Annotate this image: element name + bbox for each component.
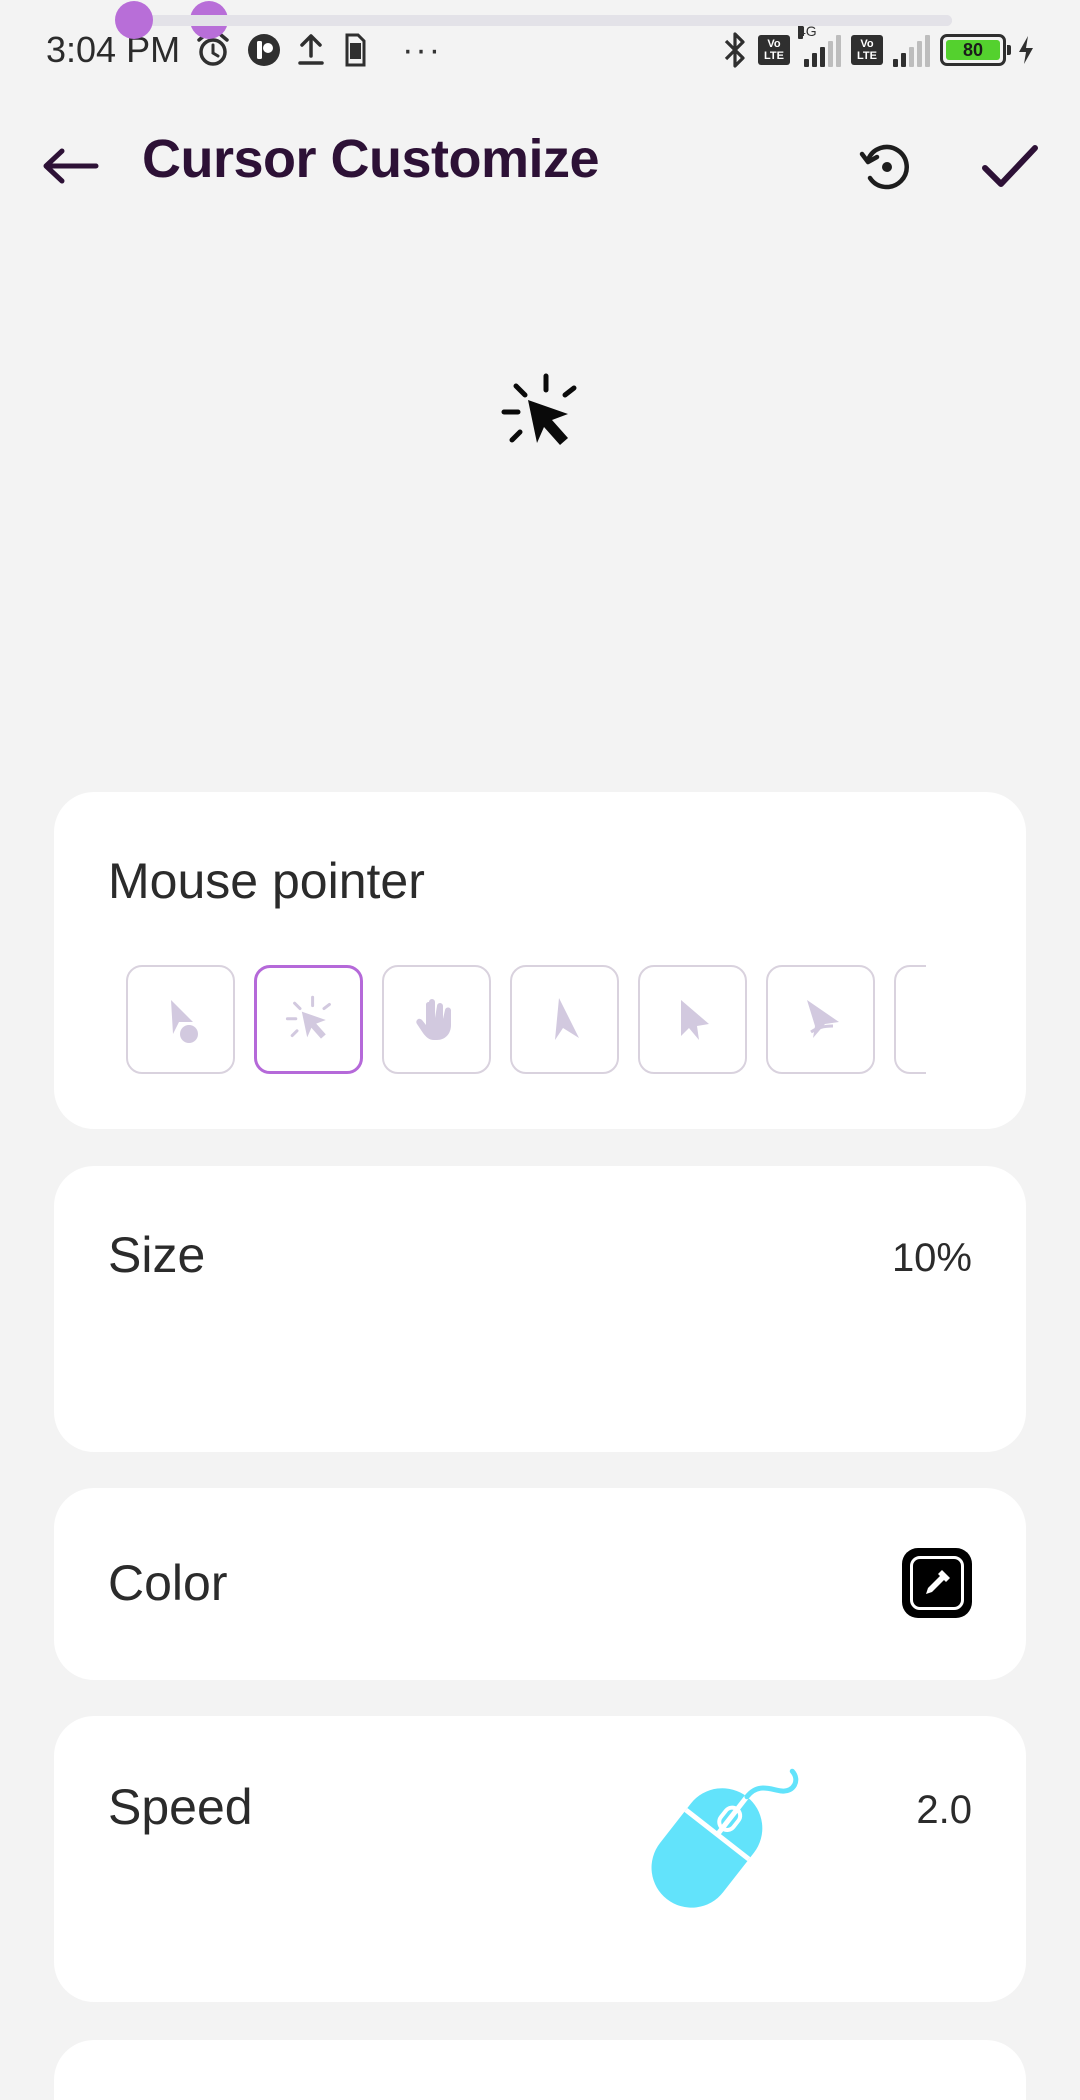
pointer-dot-icon [170,999,198,1043]
pointer-arrow-outline-icon [919,990,927,1050]
speed-label: Speed [108,1779,253,1835]
pointer-option-7[interactable] [894,965,926,1074]
speed-value: 2.0 [916,1788,972,1832]
pointer-option-4[interactable] [510,965,619,1074]
pointer-click-icon [285,995,331,1039]
color-card: Color [54,1488,1026,1680]
page-title: Cursor Customize [142,129,600,189]
reset-icon [859,144,909,190]
checkmark-icon [982,145,1038,187]
speed-slider[interactable] [115,0,952,40]
confirm-button[interactable] [976,132,1044,200]
pointer-option-3[interactable] [382,965,491,1074]
pointer-arrow-icon [554,997,579,1040]
speed-slider-track [134,15,952,26]
reset-button[interactable] [852,132,920,200]
mouse-icon [640,1734,820,1914]
back-button[interactable] [38,136,102,196]
cursor-preview [490,364,590,464]
pointer-arrow-swoosh-icon [806,999,839,1038]
pointer-click-icon [501,373,577,445]
size-card: Size 10% [54,1166,1026,1452]
pointer-option-5[interactable] [638,965,747,1074]
color-label: Color [108,1555,228,1611]
pointer-arrow-bold-icon [680,999,709,1040]
speed-card: Speed 2.0 [54,1716,1026,2002]
next-setting-card [54,2040,1026,2100]
color-dropper-icon [926,1570,950,1594]
pointer-option-6[interactable] [766,965,875,1074]
speed-slider-thumb[interactable] [115,1,153,39]
mouse-pointer-label: Mouse pointer [108,853,425,909]
pointer-option-1[interactable] [126,965,235,1074]
pointer-options-list[interactable] [126,965,926,1077]
size-value: 10% [891,1236,972,1280]
mouse-pointer-card: Mouse pointer [54,792,1026,1129]
color-picker-button[interactable] [902,1548,972,1618]
pointer-hand-icon [415,998,451,1040]
battery-level: 80 [946,40,1000,60]
size-label: Size [108,1227,206,1283]
pointer-option-2[interactable] [254,965,363,1074]
app-bar: Cursor Customize [0,118,1080,210]
charging-icon [1016,34,1036,66]
arrow-left-icon [43,148,99,184]
